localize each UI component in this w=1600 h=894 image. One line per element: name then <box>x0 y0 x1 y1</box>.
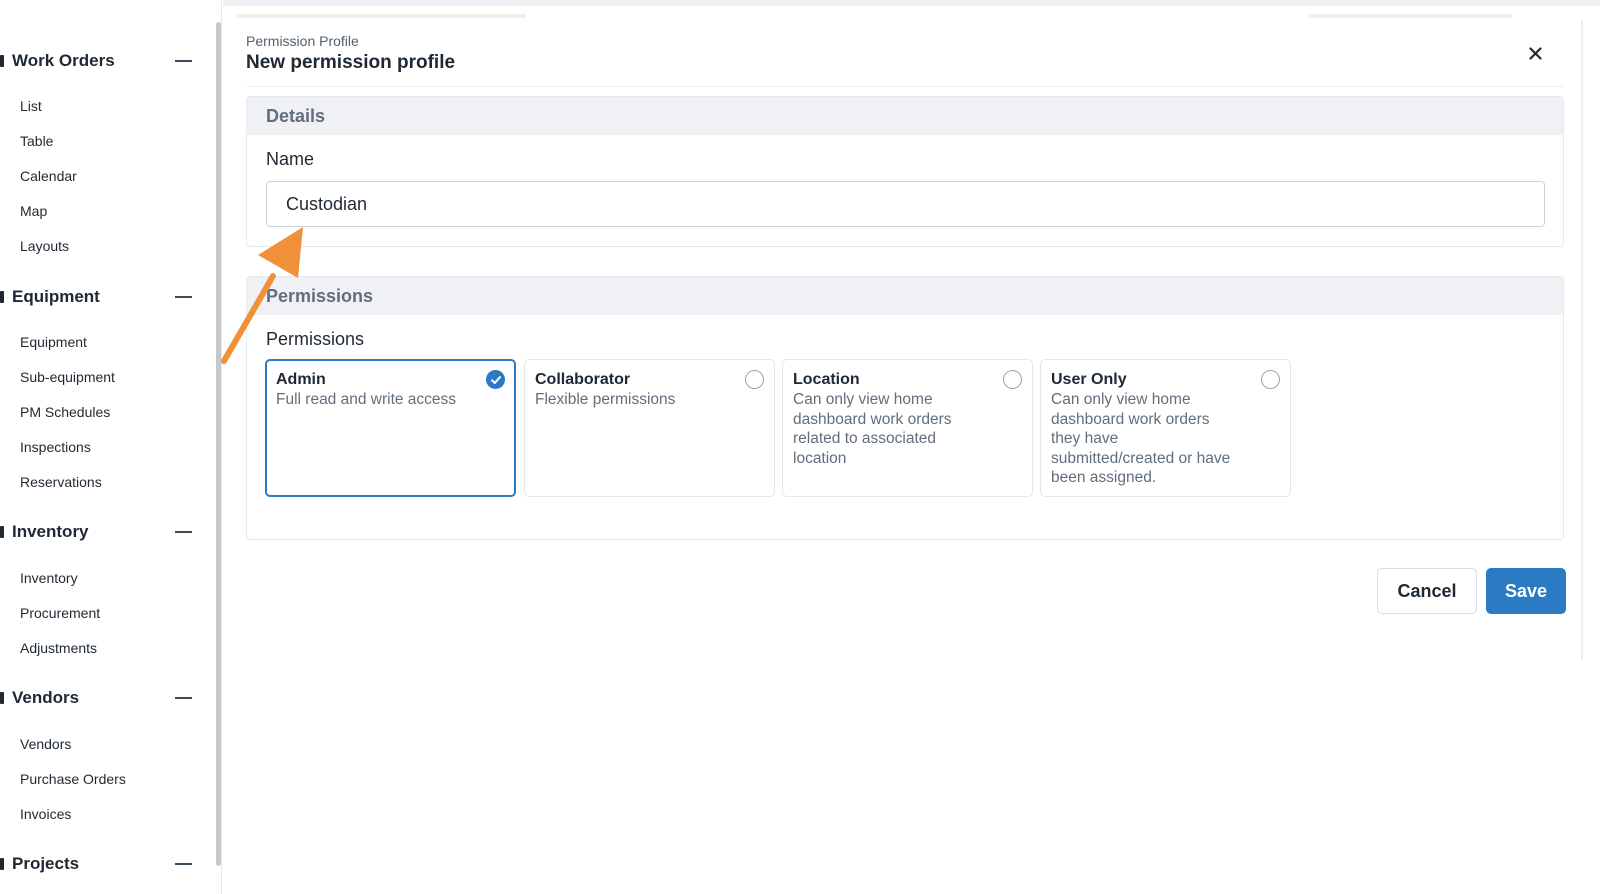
sidebar: Work Orders List Table Calendar Map Layo… <box>0 0 222 894</box>
permissions-panel-header: Permissions <box>247 277 1563 315</box>
details-panel: Details Name <box>246 96 1564 247</box>
sidebar-section-label: Projects <box>12 854 80 873</box>
permission-option-title: Location <box>793 371 860 388</box>
header-divider <box>246 86 1564 87</box>
modal-eyebrow: Permission Profile <box>246 33 359 49</box>
sidebar-item-sub-equipment[interactable]: Sub-equipment <box>20 368 115 386</box>
minus-icon[interactable] <box>175 296 192 298</box>
sidebar-item-pm-schedules[interactable]: PM Schedules <box>20 403 110 421</box>
permissions-panel: Permissions Permissions Admin Full read … <box>246 276 1564 540</box>
sidebar-section-label: Equipment <box>12 287 100 306</box>
sidebar-section-label: Inventory <box>12 522 89 541</box>
check-circle-icon <box>486 370 505 389</box>
minus-icon[interactable] <box>175 697 192 699</box>
permission-option-description: Full read and write access <box>276 391 457 408</box>
radio-icon <box>745 370 764 389</box>
name-input[interactable] <box>266 181 1545 227</box>
sidebar-item-procurement[interactable]: Procurement <box>20 604 100 622</box>
sidebar-item-list[interactable]: List <box>20 97 42 115</box>
sidebar-section-work-orders[interactable]: Work Orders <box>0 47 200 75</box>
sidebar-section-inventory[interactable]: Inventory <box>0 518 200 546</box>
permissions-field-label: Permissions <box>266 329 365 349</box>
permission-option-admin[interactable]: Admin Full read and write access <box>265 359 516 497</box>
permission-option-description: Flexible permissions <box>535 391 676 408</box>
sidebar-section-vendors[interactable]: Vendors <box>0 684 200 712</box>
permission-option-title: Admin <box>276 371 326 388</box>
sidebar-item-invoices[interactable]: Invoices <box>20 805 71 823</box>
radio-icon <box>1003 370 1022 389</box>
background-header-strip <box>223 0 1600 6</box>
modal-scrollbar-track <box>1581 20 1583 660</box>
sidebar-item-table[interactable]: Table <box>20 132 53 150</box>
projects-icon <box>0 858 4 870</box>
permission-option-description: Can only view home dashboard work orders… <box>1051 391 1231 486</box>
minus-icon[interactable] <box>175 863 192 865</box>
sidebar-item-adjustments[interactable]: Adjustments <box>20 639 97 657</box>
name-field-label: Name <box>266 149 315 169</box>
permission-option-title: Collaborator <box>535 371 631 388</box>
permission-option-location[interactable]: Location Can only view home dashboard wo… <box>782 359 1033 497</box>
sidebar-item-calendar[interactable]: Calendar <box>20 167 77 185</box>
sidebar-item-inspections[interactable]: Inspections <box>20 438 91 456</box>
sidebar-item-inventory[interactable]: Inventory <box>20 569 78 587</box>
cancel-button[interactable]: Cancel <box>1377 568 1477 614</box>
modal-title: New permission profile <box>246 52 456 73</box>
sidebar-item-vendors[interactable]: Vendors <box>20 735 71 753</box>
permission-option-title: User Only <box>1051 371 1127 388</box>
sidebar-section-label: Work Orders <box>12 51 115 70</box>
permission-option-description: Can only view home dashboard work orders… <box>793 391 952 467</box>
sidebar-item-reservations[interactable]: Reservations <box>20 473 102 491</box>
equipment-icon <box>0 291 4 303</box>
details-panel-header: Details <box>247 97 1563 135</box>
sidebar-item-purchase-orders[interactable]: Purchase Orders <box>20 770 126 788</box>
sidebar-scrollbar[interactable] <box>216 22 221 866</box>
sidebar-section-label: Vendors <box>12 688 80 707</box>
save-button[interactable]: Save <box>1486 568 1566 614</box>
minus-icon[interactable] <box>175 60 192 62</box>
inventory-icon <box>0 526 4 538</box>
sidebar-section-equipment[interactable]: Equipment <box>0 283 200 311</box>
close-button[interactable] <box>1523 41 1547 65</box>
permission-option-collaborator[interactable]: Collaborator Flexible permissions <box>524 359 775 497</box>
work-orders-icon <box>0 55 4 67</box>
sidebar-section-projects[interactable]: Projects <box>0 850 200 878</box>
sidebar-item-map[interactable]: Map <box>20 202 47 220</box>
sidebar-item-equipment[interactable]: Equipment <box>20 333 87 351</box>
permission-option-user-only[interactable]: User Only Can only view home dashboard w… <box>1040 359 1291 497</box>
sidebar-item-layouts[interactable]: Layouts <box>20 237 69 255</box>
vendors-icon <box>0 692 4 704</box>
close-icon <box>1528 46 1542 60</box>
minus-icon[interactable] <box>175 531 192 533</box>
radio-icon <box>1261 370 1280 389</box>
